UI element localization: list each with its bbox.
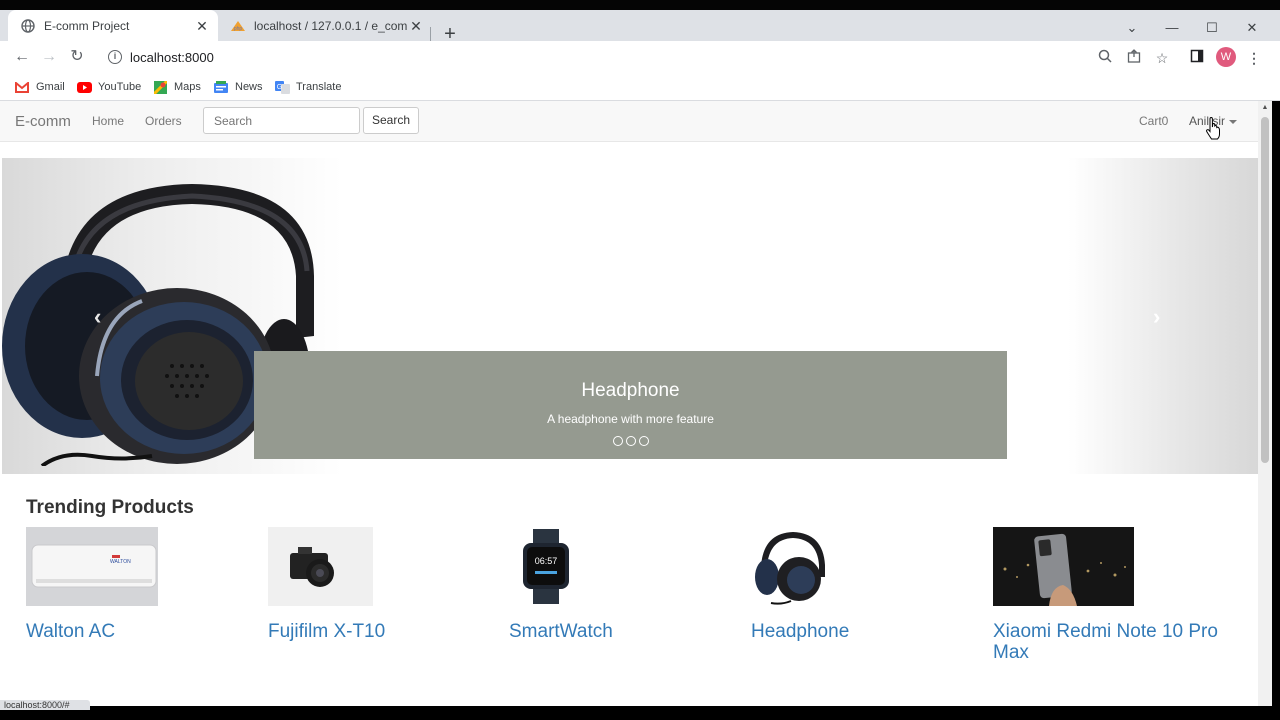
forward-icon[interactable]: → [39, 47, 59, 67]
tab-title: localhost / 127.0.0.1 / e_comm / [254, 18, 408, 33]
bookmark-star-icon[interactable]: ☆ [1153, 49, 1171, 67]
section-title: Trending Products [26, 497, 194, 518]
tab-bar: E-comm Project ✕ php localhost / 127.0.0… [0, 10, 1280, 45]
carousel-dot[interactable] [625, 436, 636, 446]
bookmark-youtube[interactable]: YouTube [76, 79, 141, 95]
carousel-caption: Headphone A headphone with more feature [254, 351, 1007, 459]
bookmark-gmail[interactable]: Gmail [14, 79, 65, 95]
page-scrollbar[interactable]: ▲ [1258, 101, 1272, 706]
carousel-dot[interactable] [612, 436, 623, 446]
hand-cursor-icon [1205, 116, 1221, 141]
product-card[interactable]: Headphone [751, 527, 971, 642]
bookmark-maps[interactable]: Maps [152, 79, 201, 95]
svg-text:php: php [234, 26, 243, 32]
maximize-icon[interactable]: ☐ [1192, 20, 1232, 36]
status-bubble: localhost:8000/# [0, 700, 90, 710]
svg-text:WALTON: WALTON [110, 559, 131, 565]
site-navbar: E-comm Home Orders Search Cart0 Anil sir [0, 101, 1258, 142]
translate-icon: G [274, 80, 290, 94]
minimize-icon[interactable]: — [1152, 20, 1192, 36]
product-card[interactable]: Xiaomi Redmi Note 10 Pro Max [993, 527, 1233, 663]
zoom-icon[interactable] [1096, 49, 1114, 67]
bookmark-translate[interactable]: G Translate [274, 79, 341, 95]
share-icon[interactable] [1125, 49, 1143, 67]
product-name[interactable]: Walton AC [26, 621, 115, 642]
menu-dots-icon[interactable]: ⋮ [1245, 49, 1263, 67]
bookmarks-bar: Gmail YouTube Maps News G Translate [0, 73, 1280, 101]
product-image[interactable] [751, 527, 831, 606]
carousel-indicators [254, 436, 1007, 446]
product-card[interactable]: Fujifilm X-T10 [268, 527, 488, 642]
tab-ecomm-project[interactable]: E-comm Project ✕ [8, 10, 218, 41]
nav-orders-link[interactable]: Orders [145, 114, 182, 128]
product-card[interactable]: WALTON Walton AC [26, 527, 246, 642]
carousel-dot[interactable] [638, 436, 649, 446]
product-image[interactable] [993, 527, 1134, 606]
screen-bottom-edge [0, 706, 1272, 720]
news-icon [213, 80, 229, 94]
product-image[interactable]: 06:57 [509, 527, 589, 606]
chevron-left-icon[interactable]: ‹ [94, 304, 101, 330]
reload-icon[interactable]: ↻ [67, 47, 87, 67]
product-name[interactable]: Headphone [751, 621, 849, 642]
close-tab-icon[interactable]: ✕ [194, 18, 210, 34]
globe-icon [20, 18, 36, 34]
bookmark-label: Gmail [36, 81, 65, 93]
nav-home-link[interactable]: Home [92, 114, 124, 128]
address-bar[interactable]: i localhost:8000 [98, 45, 1178, 69]
bookmark-news[interactable]: News [213, 79, 263, 95]
bookmark-label: Maps [174, 81, 201, 93]
tab-title: E-comm Project [44, 18, 130, 33]
tab-phpmyadmin[interactable]: php localhost / 127.0.0.1 / e_comm / ✕ [222, 10, 432, 41]
phpmyadmin-icon: php [230, 18, 246, 34]
youtube-icon [76, 80, 92, 94]
product-name[interactable]: SmartWatch [509, 621, 613, 642]
bookmark-label: YouTube [98, 81, 142, 93]
chevron-right-icon[interactable]: › [1153, 304, 1160, 330]
back-icon[interactable]: ← [12, 47, 32, 67]
screen-top-strip [0, 0, 1280, 10]
maps-icon [152, 80, 168, 94]
hero-carousel[interactable]: ‹ › Headphone A headphone with more feat… [2, 158, 1258, 474]
scrollbar-thumb[interactable] [1261, 117, 1269, 463]
bookmark-label: News [235, 81, 263, 93]
product-name[interactable]: Fujifilm X-T10 [268, 621, 385, 642]
browser-toolbar: ← → ↻ i localhost:8000 ☆ W ⋮ [0, 41, 1280, 73]
cart-link[interactable]: Cart0 [1139, 114, 1168, 128]
product-image[interactable] [268, 527, 373, 606]
product-card[interactable]: 06:57 SmartWatch [509, 527, 729, 642]
close-window-icon[interactable]: ✕ [1232, 20, 1272, 36]
gmail-icon [14, 80, 30, 94]
search-button[interactable]: Search [363, 107, 419, 134]
carousel-right-control[interactable] [1068, 158, 1258, 474]
product-image[interactable]: WALTON [26, 527, 158, 606]
screen-right-edge [1272, 101, 1280, 720]
scroll-up-icon[interactable]: ▲ [1261, 104, 1269, 112]
caption-subtitle: A headphone with more feature [547, 412, 714, 426]
svg-text:G: G [276, 84, 281, 91]
search-input[interactable] [203, 107, 360, 134]
svg-text:06:57: 06:57 [535, 556, 558, 566]
side-panel-icon[interactable] [1188, 49, 1206, 67]
profile-avatar[interactable]: W [1216, 47, 1236, 67]
page-viewport: E-comm Home Orders Search Cart0 Anil sir [0, 101, 1272, 706]
caption-title: Headphone [581, 380, 680, 401]
bookmark-label: Translate [296, 81, 342, 93]
product-name[interactable]: Xiaomi Redmi Note 10 Pro Max [993, 621, 1233, 663]
url-text: localhost:8000 [130, 49, 214, 65]
site-brand[interactable]: E-comm [15, 113, 71, 130]
caret-down-icon [1229, 119, 1238, 124]
tab-search-chevron-icon[interactable]: ⌄ [1112, 20, 1152, 36]
site-info-icon[interactable]: i [108, 50, 122, 64]
close-tab-icon[interactable]: ✕ [408, 18, 424, 34]
